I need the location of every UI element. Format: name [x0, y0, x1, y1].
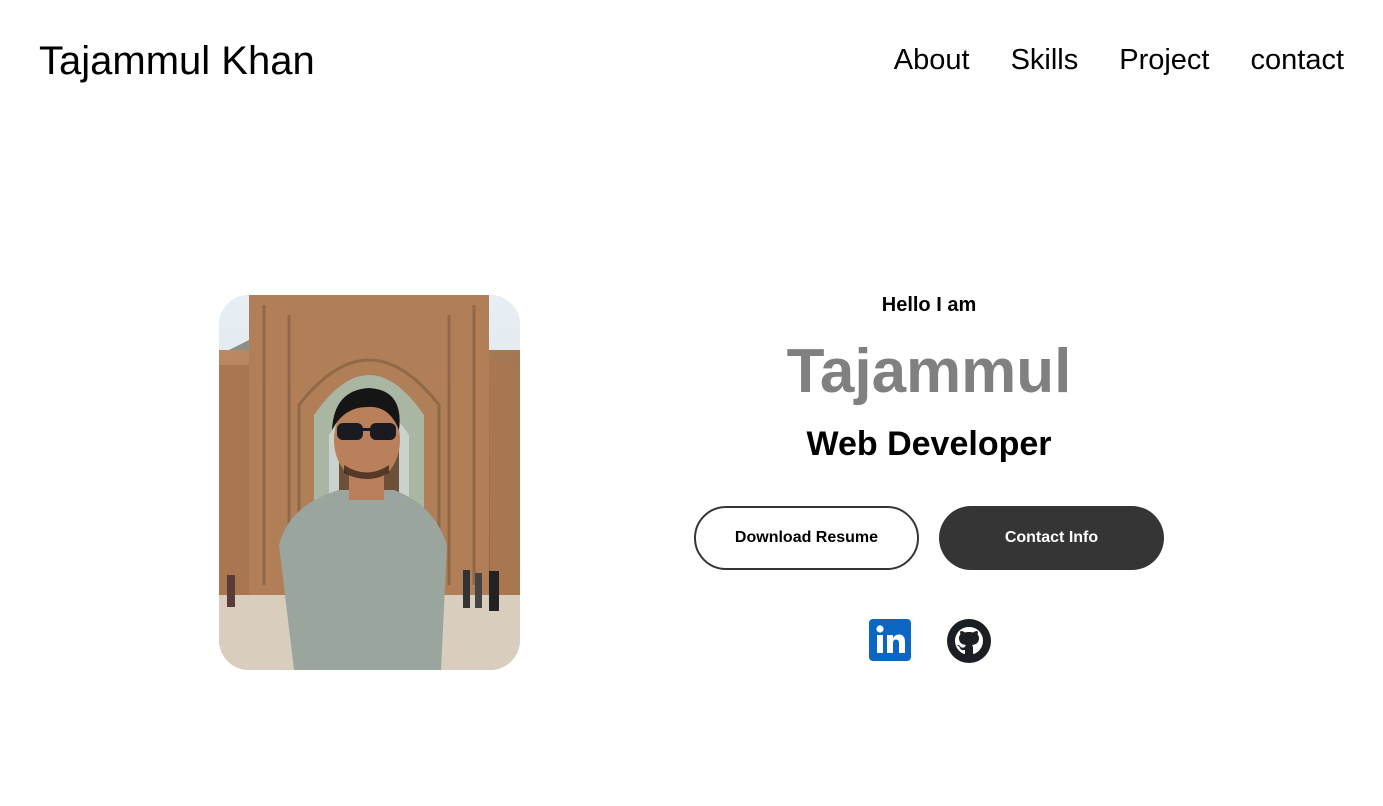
main-nav: About Skills Project contact — [894, 42, 1344, 78]
github-icon — [947, 619, 991, 663]
profile-photo-illustration — [219, 295, 520, 670]
nav-link-about[interactable]: About — [894, 42, 970, 78]
linkedin-link[interactable] — [867, 618, 913, 664]
site-logo[interactable]: Tajammul Khan — [39, 38, 315, 84]
site-header: Tajammul Khan About Skills Project conta… — [0, 0, 1383, 120]
hero-name: Tajammul — [786, 337, 1072, 406]
nav-link-project[interactable]: Project — [1119, 42, 1209, 78]
profile-photo — [219, 295, 520, 670]
nav-link-skills[interactable]: Skills — [1011, 42, 1079, 78]
nav-link-contact[interactable]: contact — [1251, 42, 1345, 78]
contact-info-button[interactable]: Contact Info — [939, 506, 1164, 570]
download-resume-button[interactable]: Download Resume — [694, 506, 919, 570]
hero-greeting: Hello I am — [881, 294, 977, 316]
github-link[interactable] — [946, 618, 992, 664]
hero-role: Web Developer — [806, 425, 1052, 463]
social-links — [867, 618, 995, 666]
linkedin-icon — [869, 619, 911, 661]
